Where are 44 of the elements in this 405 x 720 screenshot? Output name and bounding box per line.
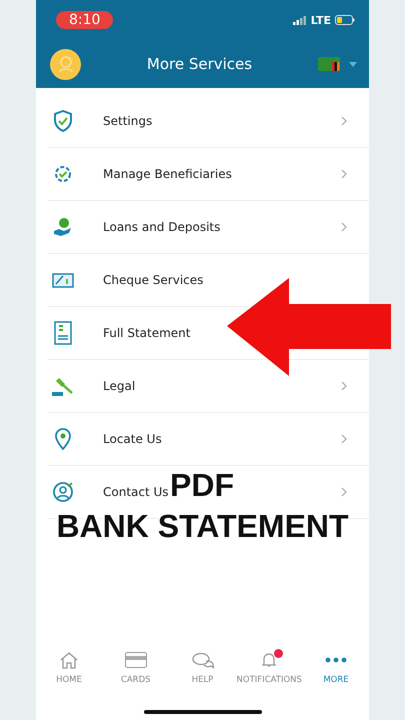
menu-item[interactable]: Full Statement (103, 326, 190, 340)
gear-icon (52, 163, 74, 185)
home-icon (60, 652, 78, 668)
flag-icon[interactable] (318, 57, 340, 71)
document-icon (54, 321, 72, 345)
dropdown-caret-icon[interactable] (349, 62, 357, 66)
screen-title: More Services (146, 55, 252, 73)
avatar-button[interactable] (50, 48, 81, 80)
chevron-icon (341, 169, 347, 179)
tab[interactable]: MORE (303, 650, 369, 685)
caption-text: BANK STATEMENT (55, 508, 350, 544)
menu-item[interactable]: Loans and Deposits (103, 220, 220, 234)
tab[interactable]: CARDS (102, 650, 169, 685)
menu-item[interactable]: Settings (103, 114, 152, 128)
arrow-icon (227, 278, 391, 376)
person-icon (52, 481, 74, 503)
location-pin-icon (54, 428, 72, 450)
time: 8:10 (56, 11, 114, 29)
hand-coin-icon (52, 216, 74, 238)
more-dots-icon (325, 657, 347, 663)
gavel-icon (51, 375, 75, 397)
menu-item[interactable]: Cheque Services (103, 273, 204, 287)
chevron-icon (341, 381, 347, 391)
menu-item[interactable]: Locate Us (103, 432, 162, 446)
signal-icon (292, 16, 307, 24)
chevron-icon (341, 434, 347, 444)
chevron-icon (341, 116, 347, 126)
bell-icon (262, 652, 276, 668)
shield-icon (53, 110, 73, 132)
caption-text: PDF (170, 467, 234, 503)
menu-item[interactable]: Legal (103, 379, 136, 393)
battery-icon (335, 15, 355, 25)
tab[interactable]: HOME (36, 650, 102, 685)
cheque-icon (52, 271, 74, 289)
chevron-icon (341, 222, 347, 232)
tab[interactable]: HELP (170, 650, 236, 685)
chat-bubbles-icon (192, 652, 214, 668)
menu-item[interactable]: Manage Beneficiaries (103, 167, 232, 181)
chevron-icon (341, 487, 347, 497)
network-label: LTE (310, 14, 331, 26)
menu-item[interactable]: Contact Us (103, 485, 169, 499)
card-icon (124, 652, 147, 668)
tab[interactable]: NOTIFICATIONS (236, 650, 302, 685)
person-icon (58, 55, 74, 73)
